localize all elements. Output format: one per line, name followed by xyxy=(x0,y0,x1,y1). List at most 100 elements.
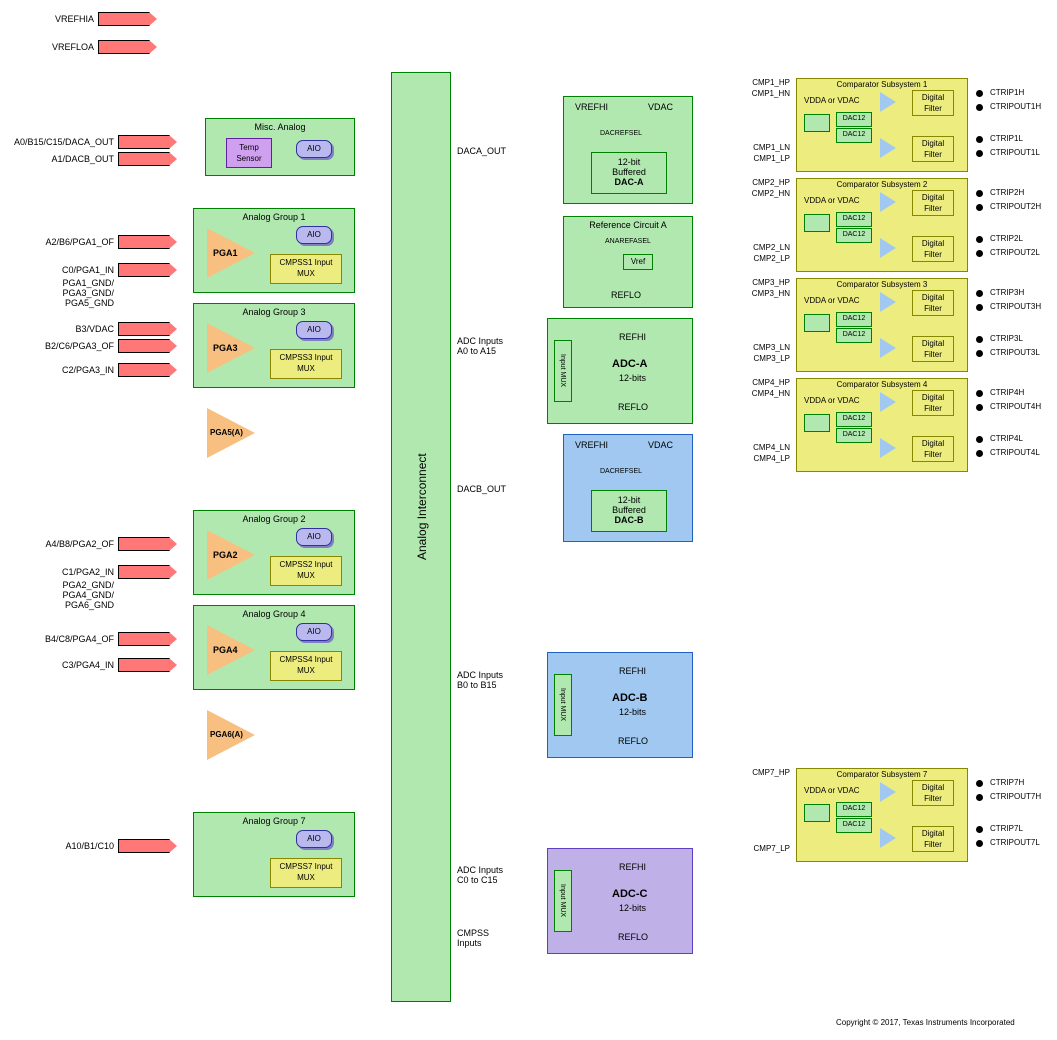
lbl-vrefhia: VREFHIA xyxy=(40,14,94,24)
adcA-name: ADC-A xyxy=(612,358,647,370)
pga4: PGA4 xyxy=(213,645,238,655)
cmp4hp: CMP4_HP xyxy=(726,378,790,387)
lbl-a2: A2/B6/PGA1_OF xyxy=(22,237,114,247)
o3ol: CTRIPOUT3L xyxy=(990,348,1040,357)
o4l: CTRIP4L xyxy=(990,434,1023,443)
sub3-dac12b: DAC12 xyxy=(836,328,872,343)
lbl-a10: A10/B1/C10 xyxy=(22,841,114,851)
sub1-cmpH xyxy=(880,92,896,112)
d7c xyxy=(976,826,983,833)
o3oh: CTRIPOUT3H xyxy=(990,302,1041,311)
cmp3lp: CMP3_LP xyxy=(726,354,790,363)
sub2-dac12a: DAC12 xyxy=(836,212,872,227)
pin-b2 xyxy=(118,339,170,353)
o4oh: CTRIPOUT4H xyxy=(990,402,1041,411)
midlbl-dacb: DACB_OUT xyxy=(457,484,506,494)
pin-a10 xyxy=(118,839,170,853)
o2h: CTRIP2H xyxy=(990,188,1024,197)
d7d xyxy=(976,840,983,847)
d1a xyxy=(976,90,983,97)
midlbl-daca: DACA_OUT xyxy=(457,146,506,156)
vref-box: Vref xyxy=(623,254,653,270)
midlbl-adcC: ADC Inputs C0 to C15 xyxy=(457,865,503,885)
lbl-b2: B2/C6/PGA3_OF xyxy=(22,341,114,351)
sub1-dac12a: DAC12 xyxy=(836,112,872,127)
sub4-title: Comparator Subsystem 4 xyxy=(796,380,968,389)
sub3-wave xyxy=(804,314,830,332)
midlbl-adcB: ADC Inputs B0 to B15 xyxy=(457,670,503,690)
dacA-vrefhi: VREFHI xyxy=(575,102,608,112)
sub1-dac12b: DAC12 xyxy=(836,128,872,143)
g3-title: Analog Group 3 xyxy=(193,307,355,317)
sub2-title: Comparator Subsystem 2 xyxy=(796,180,968,189)
d4c xyxy=(976,436,983,443)
o1h: CTRIP1H xyxy=(990,88,1024,97)
lbl-c2: C2/PGA3_IN xyxy=(22,365,114,375)
cmp3hp: CMP3_HP xyxy=(726,278,790,287)
dacB-vrefhi: VREFHI xyxy=(575,440,608,450)
d1d xyxy=(976,150,983,157)
sub2-wave xyxy=(804,214,830,232)
dacA-buf: 12-bit Buffered DAC-A xyxy=(591,152,667,194)
adcB-bits: 12-bits xyxy=(619,707,646,717)
adcC-refhi: REFHI xyxy=(619,862,646,872)
dacA-buf12: 12-bit Buffered xyxy=(592,157,666,177)
midlbl-cmpss: CMPSS Inputs xyxy=(457,928,489,948)
adcA-reflo: REFLO xyxy=(618,402,648,412)
sub1-title: Comparator Subsystem 1 xyxy=(796,80,968,89)
pin-vrefloa xyxy=(98,40,150,54)
lbl-vrefloa: VREFLOA xyxy=(40,42,94,52)
pga5: PGA5(A) xyxy=(210,428,243,437)
o3h: CTRIP3H xyxy=(990,288,1024,297)
pin-c2 xyxy=(118,363,170,377)
sub4-cmpL xyxy=(880,438,896,458)
sub7-filtL: Digital Filter xyxy=(912,826,954,852)
pin-a2 xyxy=(118,235,170,249)
o7oh: CTRIPOUT7H xyxy=(990,792,1041,801)
d3b xyxy=(976,304,983,311)
g7-title: Analog Group 7 xyxy=(193,816,355,826)
adcA-mux: Input MUX xyxy=(554,340,572,402)
cmp4hn: CMP4_HN xyxy=(726,389,790,398)
cmp3ln: CMP3_LN xyxy=(726,343,790,352)
d2d xyxy=(976,250,983,257)
lbl-a1: A1/DACB_OUT xyxy=(2,154,114,164)
sub7-vdda: VDDA or VDAC xyxy=(804,786,860,795)
sub2-dac12b: DAC12 xyxy=(836,228,872,243)
o7l: CTRIP7L xyxy=(990,824,1023,833)
aio-g2: AIO xyxy=(296,528,332,546)
o2l: CTRIP2L xyxy=(990,234,1023,243)
o1ol: CTRIPOUT1L xyxy=(990,148,1040,157)
g4-title: Analog Group 4 xyxy=(193,609,355,619)
o7h: CTRIP7H xyxy=(990,778,1024,787)
d7b xyxy=(976,794,983,801)
sub3-filtH: Digital Filter xyxy=(912,290,954,316)
adcC-mux: Input MUX xyxy=(554,870,572,932)
pin-a1 xyxy=(118,152,170,166)
d1c xyxy=(976,136,983,143)
adcC-name: ADC-C xyxy=(612,888,647,900)
sub4-vdda: VDDA or VDAC xyxy=(804,396,860,405)
ref-reflo: REFLO xyxy=(611,290,641,300)
adcC-bits: 12-bits xyxy=(619,903,646,913)
dacA-vdac: VDAC xyxy=(648,102,673,112)
adcB-reflo: REFLO xyxy=(618,736,648,746)
sub4-dac12b: DAC12 xyxy=(836,428,872,443)
d4d xyxy=(976,450,983,457)
o2ol: CTRIPOUT2L xyxy=(990,248,1040,257)
aio-misc: AIO xyxy=(296,140,332,158)
sub7-dac12b: DAC12 xyxy=(836,818,872,833)
d3d xyxy=(976,350,983,357)
cmpss3: CMPSS3 Input MUX xyxy=(270,349,342,379)
aio-g4: AIO xyxy=(296,623,332,641)
cmpss1: CMPSS1 Input MUX xyxy=(270,254,342,284)
dacB-name: DAC-B xyxy=(592,515,666,525)
adcB-mux: Input MUX xyxy=(554,674,572,736)
d1b xyxy=(976,104,983,111)
d2b xyxy=(976,204,983,211)
sub2-vdda: VDDA or VDAC xyxy=(804,196,860,205)
sub2-filtL: Digital Filter xyxy=(912,236,954,262)
sub7-cmpH xyxy=(880,782,896,802)
d2a xyxy=(976,190,983,197)
cmp7hp: CMP7_HP xyxy=(726,768,790,777)
